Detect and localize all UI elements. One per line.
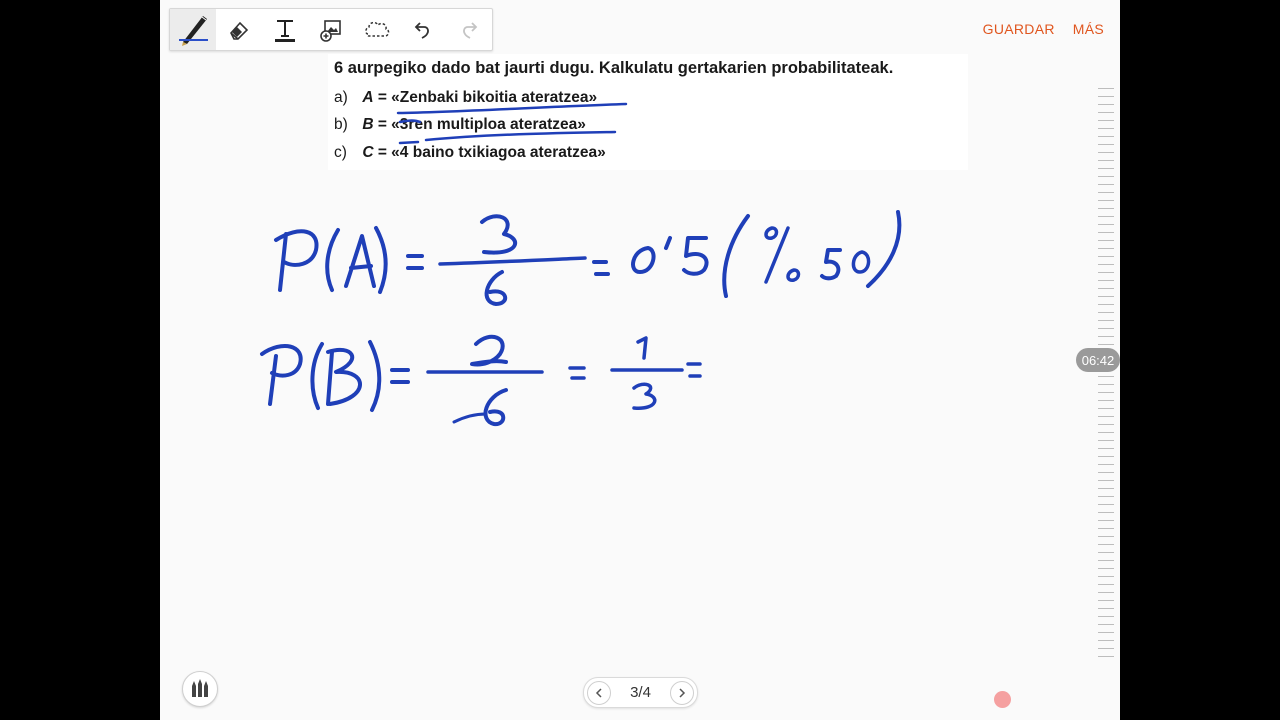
item-text: = «3ren multiploa ateratzea» — [377, 116, 586, 133]
scroll-time-badge: 06:42 — [1076, 348, 1120, 372]
item-variable: B — [362, 116, 374, 133]
item-text: = «4 baino txikiagoa ateratzea» — [377, 144, 606, 161]
drawing-toolbar — [169, 8, 493, 51]
item-letter: c) — [334, 144, 347, 161]
pencils-icon — [192, 679, 208, 697]
equation-line-2 — [260, 334, 702, 427]
item-text: = «Zenbaki bikoitia ateratzea» — [377, 89, 598, 106]
item-variable: A — [362, 89, 374, 106]
previous-page-button[interactable] — [587, 680, 611, 705]
problem-item-b: b) B = «3ren multiploa ateratzea» — [334, 116, 586, 134]
image-icon — [320, 19, 341, 42]
note-canvas[interactable]: GUARDAR MÁS 6 aurpegiko dado bat jaurti … — [160, 0, 1120, 720]
chevron-left-icon — [595, 687, 602, 698]
problem-statement: 6 aurpegiko dado bat jaurti dugu. Kalkul… — [334, 59, 894, 77]
eraser-icon — [230, 21, 249, 40]
chevron-right-icon — [679, 687, 686, 698]
save-button[interactable]: GUARDAR — [983, 21, 1055, 37]
redo-button[interactable] — [446, 9, 492, 50]
redo-icon — [463, 21, 478, 39]
more-button[interactable]: MÁS — [1073, 21, 1104, 37]
next-page-button[interactable] — [669, 680, 694, 705]
problem-item-c: c) C = «4 baino txikiagoa ateratzea» — [334, 144, 606, 162]
item-variable: C — [362, 144, 374, 161]
text-tool-button[interactable] — [262, 9, 308, 50]
problem-item-a: a) A = «Zenbaki bikoitia ateratzea» — [334, 89, 597, 107]
page-indicator: 3/4 — [630, 684, 651, 701]
top-actions: GUARDAR MÁS — [983, 21, 1104, 37]
undo-icon — [414, 21, 429, 39]
pen-icon — [182, 15, 207, 46]
pen-settings-button[interactable] — [182, 671, 218, 707]
lasso-icon — [365, 21, 390, 37]
scroll-ruler[interactable] — [1098, 88, 1114, 658]
undo-button[interactable] — [400, 9, 446, 50]
equation-line-1 — [274, 210, 902, 306]
item-letter: b) — [334, 116, 348, 133]
pen-tool-button[interactable] — [170, 9, 216, 50]
record-indicator — [994, 691, 1011, 708]
item-letter: a) — [334, 89, 348, 106]
eraser-tool-button[interactable] — [216, 9, 262, 50]
problem-image[interactable]: 6 aurpegiko dado bat jaurti dugu. Kalkul… — [328, 54, 968, 170]
image-tool-button[interactable] — [308, 9, 354, 50]
text-icon — [275, 19, 295, 42]
page-navigator: 3/4 — [583, 677, 698, 708]
lasso-tool-button[interactable] — [354, 9, 400, 50]
